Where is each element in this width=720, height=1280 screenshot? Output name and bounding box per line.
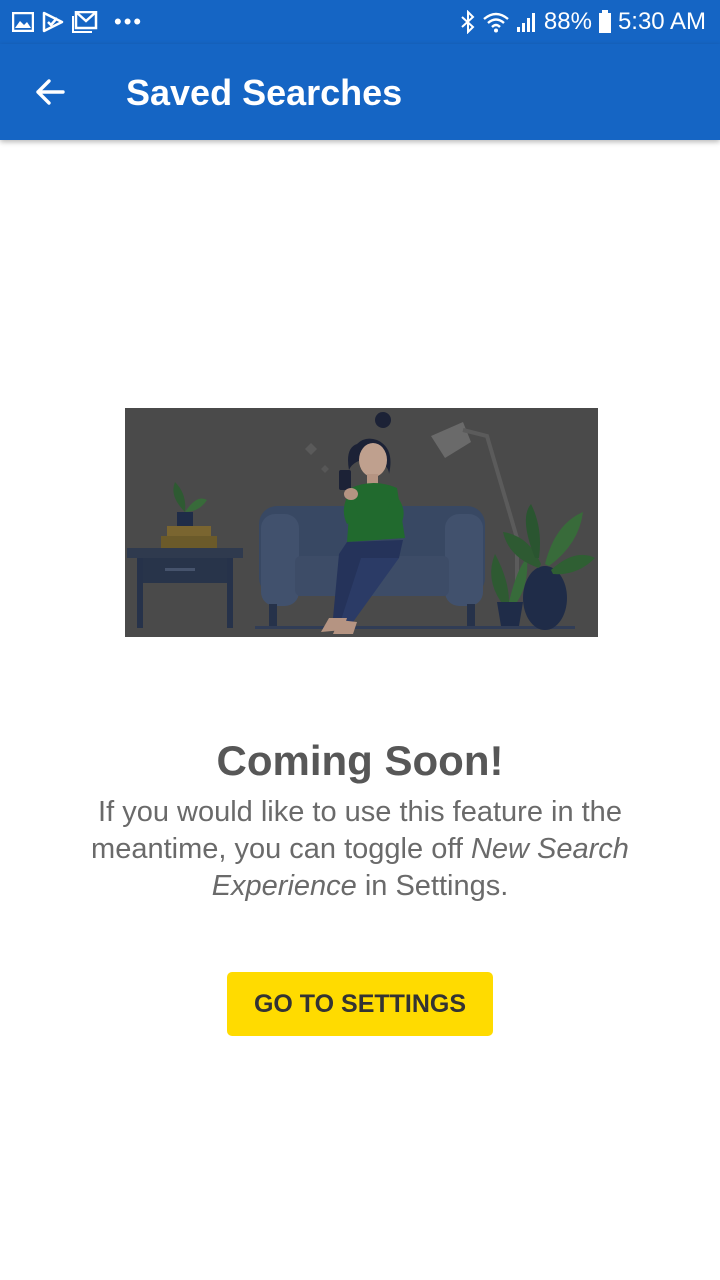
go-to-settings-button[interactable]: GO TO SETTINGS	[227, 972, 493, 1036]
coming-soon-heading: Coming Soon!	[216, 737, 504, 784]
battery-percentage: 88%	[543, 8, 592, 35]
arrow-left-icon	[36, 79, 65, 105]
wifi-icon	[483, 12, 509, 33]
app-bar: Saved Searches	[0, 44, 720, 140]
notification-icons: •••	[12, 9, 143, 35]
back-button[interactable]	[24, 64, 76, 120]
more-notifications-indicator: •••	[114, 9, 144, 34]
check-notification-icon	[42, 11, 64, 33]
clock: 5:30 AM	[617, 8, 706, 35]
message-text-end: in Settings.	[356, 870, 509, 902]
feature-message: If you would like to use this feature in…	[60, 794, 660, 905]
gmail-icon	[72, 11, 98, 33]
gallery-icon	[12, 12, 34, 32]
page-title: Saved Searches	[126, 72, 403, 113]
woman-sitting-on-sofa-with-phone-illustration	[125, 408, 598, 637]
status-bar: ••• 88% 5:30 AM	[0, 0, 720, 44]
system-status: 88% 5:30 AM	[460, 6, 706, 38]
signal-icon	[516, 13, 535, 32]
bluetooth-icon	[461, 10, 475, 34]
battery-icon	[598, 10, 611, 33]
